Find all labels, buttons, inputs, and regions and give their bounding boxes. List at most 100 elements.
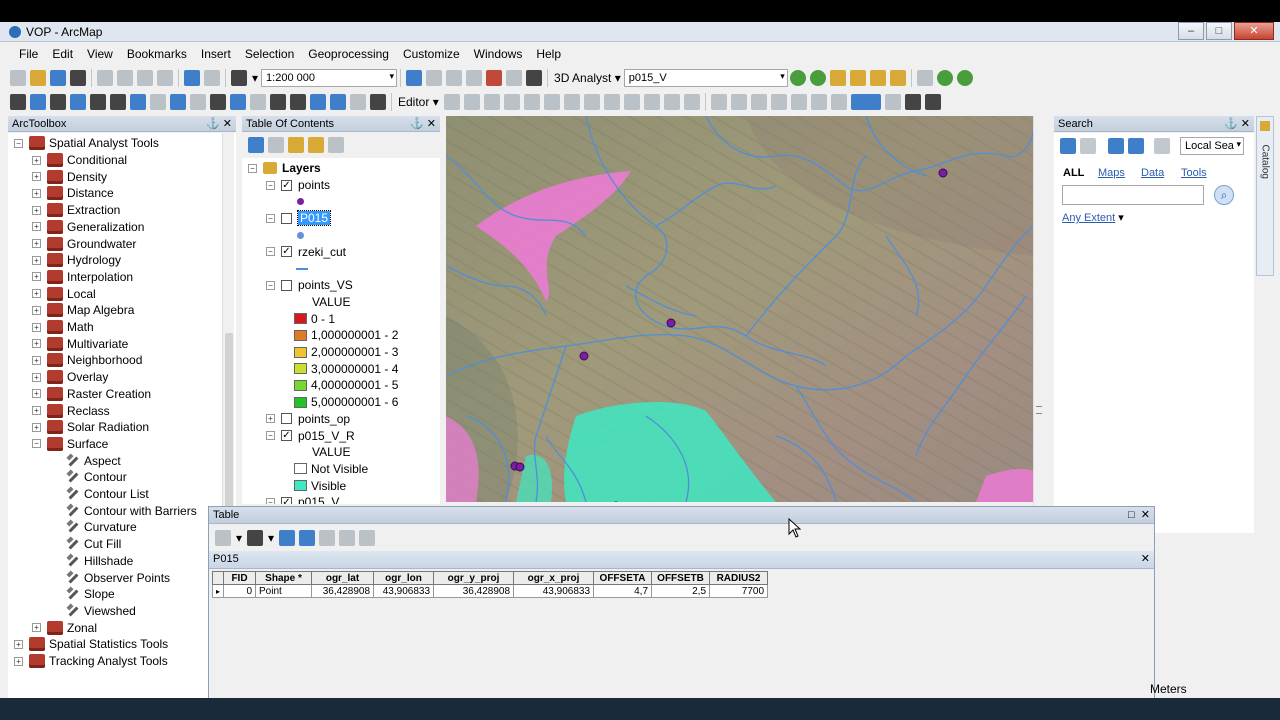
map-scrollbar[interactable] [1033,116,1045,506]
print-icon[interactable] [70,70,86,86]
layer-label[interactable]: points_op [298,412,350,426]
legend-class[interactable]: 2,000000001 - 3 [294,344,398,360]
close-icon[interactable]: ✕ [223,118,232,130]
column-header[interactable]: Shape * [255,571,313,585]
legend-class[interactable]: Not Visible [294,461,368,477]
table-cell[interactable]: 43,906833 [373,584,435,598]
forward-icon[interactable] [1080,138,1096,154]
python-window-icon[interactable] [506,70,523,86]
georef-icon[interactable] [830,94,847,110]
split-icon[interactable] [603,94,620,110]
tool-item[interactable]: Aspect [66,453,121,469]
table-cell[interactable]: 43,906833 [513,584,595,598]
cut-icon[interactable] [97,70,113,86]
layer-label[interactable]: p015_V_R [298,429,355,443]
rotate-icon[interactable] [623,94,640,110]
table-cell[interactable]: 7700 [709,584,769,598]
sketch-properties-icon[interactable] [663,94,680,110]
toolset-item[interactable]: + Extraction [32,202,120,218]
toolbox-spatial-analyst[interactable]: − Spatial Analyst Tools [14,135,159,151]
table-cell[interactable]: 36,428908 [433,584,515,598]
toolset-item[interactable]: + Local [32,286,96,302]
table-options-dropdown[interactable]: ▾ [233,531,245,545]
full-extent-icon[interactable] [70,94,86,110]
expand-icon[interactable]: + [32,372,41,382]
observer-point[interactable] [666,318,676,328]
layer-visibility-checkbox[interactable] [281,212,292,224]
toc-layer[interactable]: + points_op [266,411,350,427]
related-tables-icon[interactable] [247,530,264,546]
toc-layer[interactable]: − points_VS [266,277,353,293]
menu-help[interactable]: Help [529,43,568,64]
time-slider-icon[interactable] [370,94,386,110]
expand-icon[interactable]: + [32,339,41,349]
table-row[interactable]: ▸ 0 Point 36,428908 43,906833 36,428908 … [211,584,769,598]
search-tab-all[interactable]: ALL [1063,167,1084,179]
identify-icon[interactable] [230,94,246,110]
layer-visibility-checkbox[interactable]: ✓ [281,430,292,441]
brightness-icon[interactable] [790,94,807,110]
editor-toolbar-icon[interactable] [406,70,423,86]
expand-icon[interactable]: + [32,222,41,232]
search-tab-tools[interactable]: Tools [1181,167,1207,179]
close-button[interactable]: ✕ [1234,22,1274,40]
collapse-icon[interactable]: − [248,163,257,173]
tool-item[interactable]: Contour List [66,486,149,502]
column-header[interactable]: FID [223,571,257,585]
column-header[interactable]: OFFSETB [651,571,711,585]
minimize-button[interactable]: – [1178,22,1204,40]
layer-label[interactable]: rzeki_cut [298,245,346,259]
new-icon[interactable] [10,70,26,86]
toc-window-icon[interactable] [426,70,443,86]
close-icon[interactable]: ✕ [427,118,436,130]
legend-class[interactable]: 1,000000001 - 2 [294,327,398,343]
paste-icon[interactable] [137,70,153,86]
save-icon[interactable] [50,70,66,86]
arctoolbox-window-icon[interactable] [486,70,503,86]
toolset-item[interactable]: + Hydrology [32,252,121,268]
profile-graph-icon[interactable] [889,70,906,86]
arcglobe-icon[interactable] [956,70,973,86]
find-icon[interactable] [290,94,306,110]
arcscene-icon[interactable] [936,70,953,86]
list-by-drawing-order-icon[interactable] [248,137,264,153]
legend-class[interactable]: 4,000000001 - 5 [294,377,398,393]
transparency-icon[interactable] [810,94,827,110]
chevron-down-icon[interactable]: ▾ [390,71,395,82]
tool-item[interactable]: Hillshade [66,553,133,569]
toolset-item[interactable]: + Groundwater [32,236,136,252]
edit-vertices-icon[interactable] [543,94,560,110]
search-tab-maps[interactable]: Maps [1098,167,1125,179]
redo-icon[interactable] [204,70,220,86]
layout-view-icon[interactable] [884,94,901,110]
list-by-selection-icon[interactable] [308,137,324,153]
collapse-icon[interactable]: − [14,138,23,148]
home-icon[interactable] [1108,138,1124,154]
toolset-item[interactable]: + Reclass [32,403,110,419]
expand-icon[interactable]: + [14,639,23,649]
expand-icon[interactable]: + [32,355,41,365]
expand-icon[interactable]: + [32,205,41,215]
row-selector-header[interactable] [211,571,225,585]
legend-class[interactable]: Visible [294,478,346,494]
layer-visibility-checkbox[interactable]: ✓ [281,496,292,504]
attributes-icon[interactable] [643,94,660,110]
menu-windows[interactable]: Windows [467,43,530,64]
toc-layer[interactable]: − ✓ points [266,177,330,193]
construction-icon[interactable] [503,94,520,110]
menu-view[interactable]: View [80,43,120,64]
column-header[interactable]: ogr_y_proj [433,571,515,585]
legend-class[interactable]: 0 - 1 [294,311,335,327]
expand-icon[interactable]: + [32,389,41,399]
straight-segment-icon[interactable] [483,94,500,110]
tool-item[interactable]: Contour [66,469,127,485]
zoom-to-selected-icon[interactable] [339,530,356,546]
menu-customize[interactable]: Customize [396,43,467,64]
pin-icon[interactable]: ⚓ [410,118,424,130]
expand-icon[interactable]: + [32,422,41,432]
map-scale-combo[interactable]: 1:200 000 ▾ [261,69,398,87]
switch-selection-icon[interactable] [299,530,316,546]
column-header[interactable]: OFFSETA [593,571,653,585]
menu-selection[interactable]: Selection [238,43,301,64]
layout-tools-icon[interactable] [916,70,933,86]
